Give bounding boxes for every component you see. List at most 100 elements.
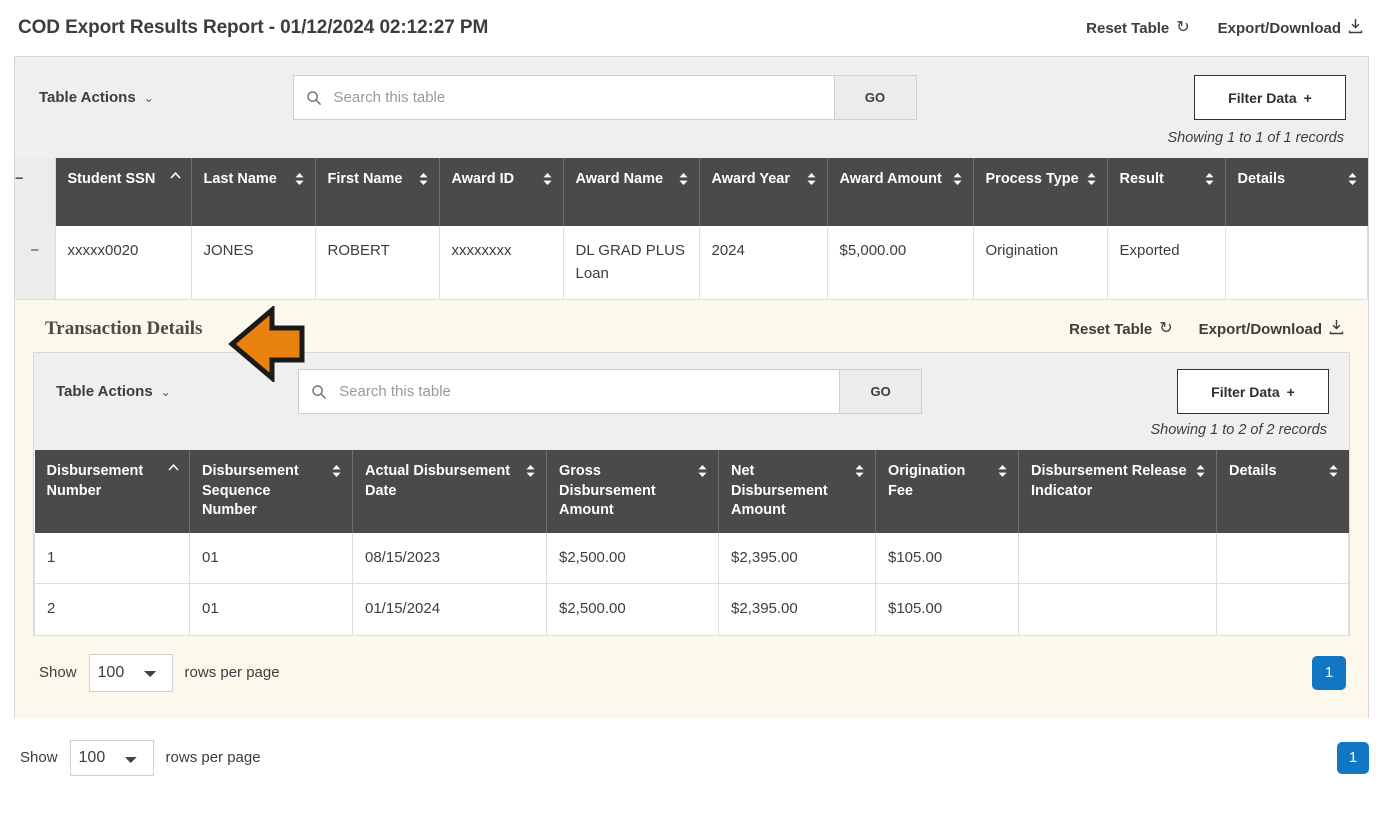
- header-actions: Reset Table ↻ Export/Download: [1086, 18, 1367, 38]
- page-header: COD Export Results Report - 01/12/2024 0…: [0, 0, 1383, 56]
- column-header-transaction-details[interactable]: Details: [1216, 450, 1349, 533]
- cell-net-disbursement-amount: $2,395.00: [718, 583, 876, 636]
- column-header-award-id[interactable]: Award ID: [439, 158, 564, 226]
- nested-search-input[interactable]: [337, 382, 828, 401]
- column-label: Award Amount: [839, 171, 942, 187]
- sort-both-icon: [1204, 171, 1215, 187]
- cell-net-disbursement-amount: $2,395.00: [718, 532, 876, 585]
- table-row[interactable]: − xxxxx0020 JONES ROBERT xxxxxxxx DL GRA…: [15, 226, 1368, 300]
- column-label: Details: [1237, 171, 1286, 187]
- cell-result: Exported: [1106, 226, 1226, 300]
- column-header-award-year[interactable]: Award Year: [699, 158, 828, 226]
- column-header-actual-disbursement-date[interactable]: Actual Disbursement Date: [352, 450, 547, 533]
- column-header-first-name[interactable]: First Name: [315, 158, 440, 226]
- outer-rows-per-page-select[interactable]: 100: [69, 739, 154, 776]
- plus-icon: +: [1286, 383, 1295, 400]
- search-icon: [311, 384, 327, 400]
- nested-table-actions-label: Table Actions: [56, 383, 153, 400]
- table-row[interactable]: 2 01 01/15/2024 $2,500.00 $2,395.00 $105…: [34, 583, 1349, 636]
- nested-rows-per-page-label: rows per page: [184, 664, 280, 682]
- column-header-process-type[interactable]: Process Type: [973, 158, 1108, 226]
- outer-rows-per-page-label: rows per page: [165, 749, 261, 767]
- cell-transaction-details: [1216, 532, 1349, 585]
- outer-page-1-button[interactable]: 1: [1337, 741, 1369, 774]
- outer-go-button[interactable]: GO: [834, 75, 917, 120]
- sort-both-icon: [331, 463, 342, 479]
- transaction-details-actions: Reset Table ↻ Export/Download: [1069, 319, 1344, 339]
- column-header-net-disbursement-amount[interactable]: Net Disbursement Amount: [718, 450, 876, 533]
- cell-first-name: ROBERT: [314, 226, 440, 300]
- page-title: COD Export Results Report - 01/12/2024 0…: [18, 17, 489, 38]
- nested-filter-data-button[interactable]: Filter Data +: [1176, 369, 1329, 414]
- column-label: Disbursement Release Indicator: [1031, 463, 1187, 499]
- report-page: COD Export Results Report - 01/12/2024 0…: [0, 0, 1383, 816]
- column-label: Net Disbursement Amount: [731, 463, 828, 519]
- search-icon: [306, 90, 322, 106]
- outer-search-input[interactable]: [331, 88, 822, 107]
- cell-award-id: xxxxxxxx: [438, 226, 564, 300]
- nested-filter-data-label: Filter Data: [1211, 383, 1280, 400]
- reset-table-label: Reset Table: [1086, 19, 1170, 37]
- column-label: Award Year: [711, 171, 790, 187]
- export-download-button[interactable]: Export/Download: [1218, 18, 1363, 38]
- cell-details: [1224, 226, 1368, 300]
- outer-filter-data-label: Filter Data: [1228, 89, 1297, 106]
- transaction-details-table: Disbursement Number Disbursement Sequenc…: [34, 450, 1349, 636]
- column-header-last-name[interactable]: Last Name: [191, 158, 316, 226]
- column-header-disbursement-number[interactable]: Disbursement Number: [34, 450, 190, 533]
- cell-last-name: JONES: [190, 226, 316, 300]
- column-label: Result: [1119, 171, 1164, 187]
- outer-show-label: Show: [20, 749, 58, 767]
- sort-both-icon: [542, 171, 553, 187]
- transaction-table-panel: Table Actions ⌄ GO: [33, 352, 1350, 636]
- column-label: Student SSN: [67, 171, 156, 187]
- column-label: Last Name: [203, 171, 277, 187]
- column-header-award-amount[interactable]: Award Amount: [827, 158, 974, 226]
- sort-both-icon: [678, 171, 689, 187]
- outer-table-header-row: − Student SSN Last Name First Name Award…: [15, 158, 1368, 226]
- nested-export-download-button[interactable]: Export/Download: [1199, 319, 1344, 339]
- sort-both-icon: [806, 171, 817, 187]
- nested-page-1-button[interactable]: 1: [1312, 655, 1346, 690]
- sort-both-icon: [697, 463, 708, 479]
- nested-go-button[interactable]: GO: [840, 369, 923, 414]
- nested-reset-table-button[interactable]: Reset Table ↻: [1069, 321, 1173, 338]
- sort-asc-icon: [169, 171, 181, 187]
- column-header-origination-fee[interactable]: Origination Fee: [875, 450, 1019, 533]
- table-row[interactable]: 1 01 08/15/2023 $2,500.00 $2,395.00 $105…: [34, 532, 1349, 585]
- cell-origination-fee: $105.00: [875, 583, 1019, 636]
- nested-export-download-label: Export/Download: [1198, 320, 1322, 338]
- cell-transaction-details: [1216, 583, 1349, 636]
- outer-table-panel: Table Actions ⌄ GO Filter Data: [14, 56, 1369, 300]
- nested-reset-table-label: Reset Table: [1069, 320, 1153, 338]
- sort-both-icon: [1086, 171, 1097, 187]
- reset-table-button[interactable]: Reset Table ↻: [1086, 20, 1190, 37]
- chevron-down-icon: ⌄: [160, 384, 171, 399]
- sort-both-icon: [525, 463, 536, 479]
- nested-search-box[interactable]: [298, 369, 841, 414]
- column-header-award-name[interactable]: Award Name: [563, 158, 700, 226]
- column-header-disbursement-sequence-number[interactable]: Disbursement Sequence Number: [189, 450, 353, 533]
- column-label: Award Name: [575, 171, 664, 187]
- column-header-result[interactable]: Result: [1107, 158, 1226, 226]
- outer-filter-data-button[interactable]: Filter Data +: [1194, 75, 1346, 120]
- collapse-all-toggle[interactable]: −: [15, 158, 56, 226]
- plus-icon: +: [1303, 89, 1312, 106]
- sort-both-icon: [418, 171, 429, 187]
- row-collapse-toggle[interactable]: −: [15, 226, 56, 300]
- column-header-details[interactable]: Details: [1225, 158, 1368, 226]
- sort-both-icon: [997, 463, 1008, 479]
- sort-both-icon: [1195, 463, 1206, 479]
- cell-actual-disbursement-date: 01/15/2024: [352, 583, 547, 636]
- outer-records-count: Showing 1 to 1 of 1 records: [1167, 130, 1344, 146]
- nested-table-actions-menu[interactable]: Table Actions ⌄: [56, 383, 171, 400]
- column-header-gross-disbursement-amount[interactable]: Gross Disbursement Amount: [546, 450, 719, 533]
- column-label: Disbursement Number: [46, 463, 144, 499]
- chevron-down-icon: ⌄: [143, 90, 154, 105]
- nested-rows-per-page-select[interactable]: 100: [88, 653, 173, 692]
- outer-search-box[interactable]: [292, 75, 835, 120]
- column-header-student-ssn[interactable]: Student SSN: [55, 158, 192, 226]
- nested-toolbar: Table Actions ⌄ GO: [34, 353, 1349, 422]
- column-header-disbursement-release-indicator[interactable]: Disbursement Release Indicator: [1018, 450, 1217, 533]
- table-actions-menu[interactable]: Table Actions ⌄: [39, 89, 154, 106]
